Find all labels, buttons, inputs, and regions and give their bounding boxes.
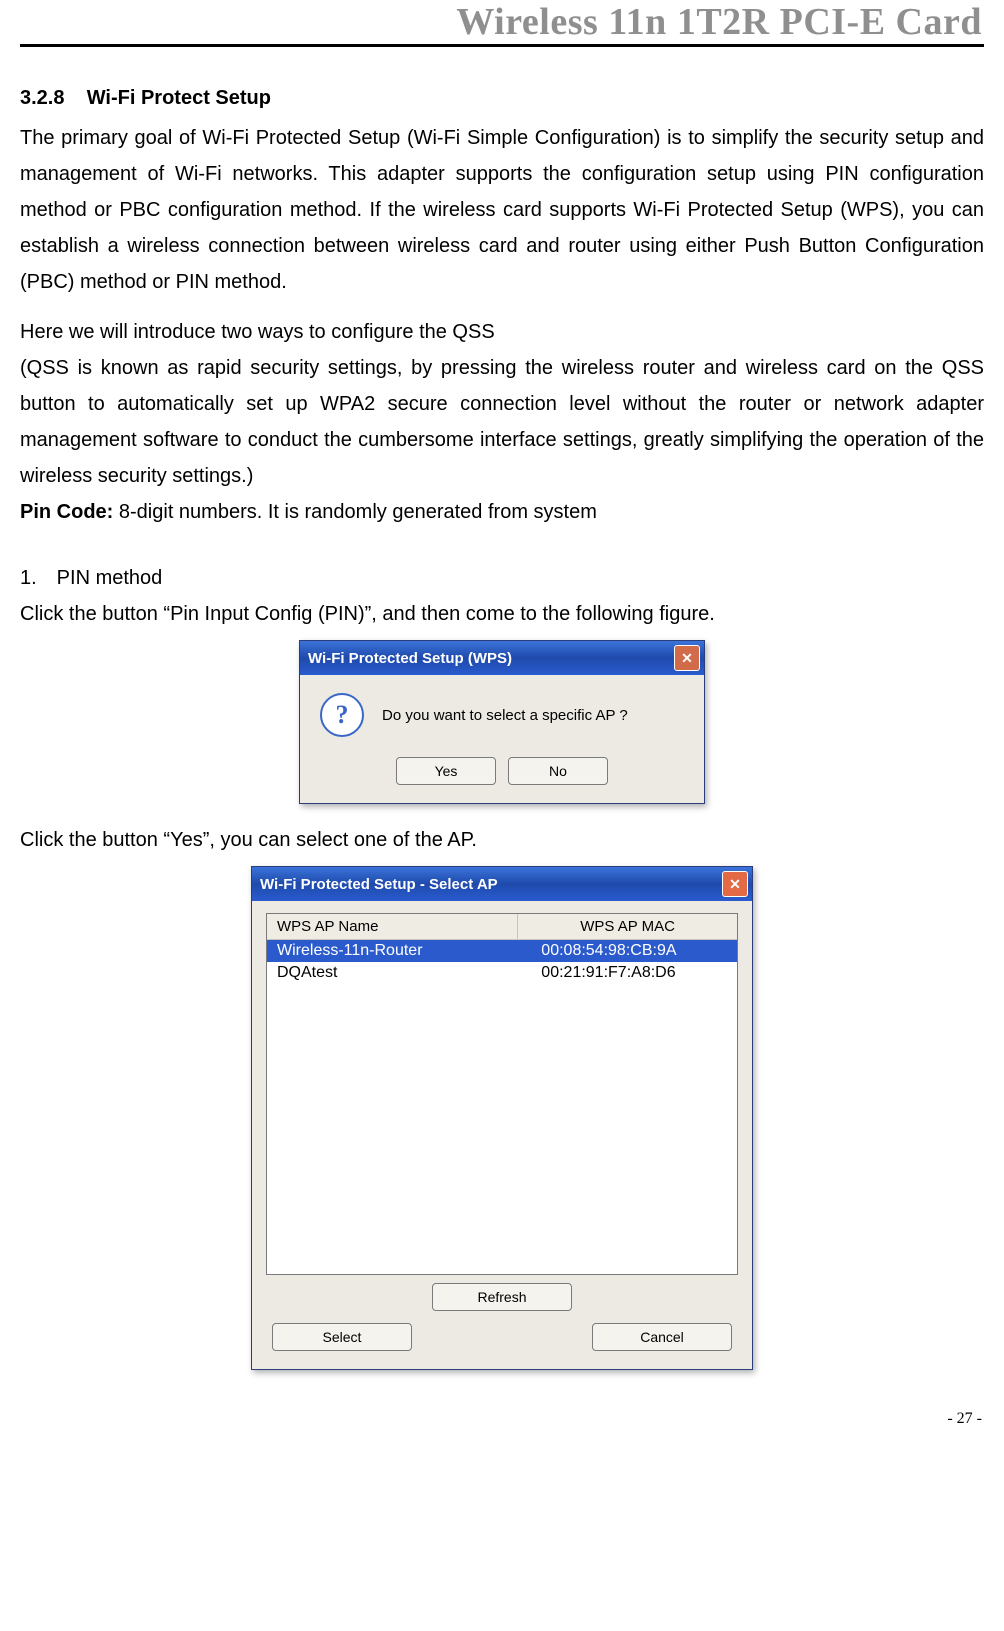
dialog-title: Wi-Fi Protected Setup - Select AP — [260, 876, 722, 893]
paragraph: Click the button “Yes”, you can select o… — [20, 822, 984, 858]
paragraph: Pin Code: 8-digit numbers. It is randoml… — [20, 494, 984, 530]
page-number: - 27 - — [20, 1410, 984, 1428]
table-row[interactable]: Wireless-11n-Router00:08:54:98:CB:9A — [267, 940, 737, 962]
close-icon[interactable]: ✕ — [674, 645, 700, 671]
wps-confirm-dialog: Wi-Fi Protected Setup (WPS) ✕ ? Do you w… — [299, 640, 705, 804]
col-header-mac[interactable]: WPS AP MAC — [518, 914, 737, 939]
close-icon[interactable]: ✕ — [722, 871, 748, 897]
select-button[interactable]: Select — [272, 1323, 412, 1351]
section-heading: 3.2.8 Wi-Fi Protect Setup — [20, 87, 984, 110]
doc-header: Wireless 11n 1T2R PCI-E Card — [20, 0, 984, 47]
list-item: 1. PIN method — [20, 560, 984, 596]
question-icon: ? — [320, 693, 364, 737]
dialog-message: Do you want to select a specific AP ? — [382, 707, 628, 724]
paragraph: The primary goal of Wi-Fi Protected Setu… — [20, 120, 984, 300]
yes-button[interactable]: Yes — [396, 757, 496, 785]
dialog-titlebar: Wi-Fi Protected Setup (WPS) ✕ — [300, 641, 704, 675]
paragraph: Click the button “Pin Input Config (PIN)… — [20, 596, 984, 632]
no-button[interactable]: No — [508, 757, 608, 785]
refresh-button[interactable]: Refresh — [432, 1283, 572, 1311]
cell-ap-mac: 00:21:91:F7:A8:D6 — [517, 962, 737, 984]
dialog-titlebar: Wi-Fi Protected Setup - Select AP ✕ — [252, 867, 752, 901]
table-row[interactable]: DQAtest00:21:91:F7:A8:D6 — [267, 962, 737, 984]
ap-listbox[interactable]: WPS AP Name WPS AP MAC Wireless-11n-Rout… — [266, 913, 738, 1275]
table-header: WPS AP Name WPS AP MAC — [267, 914, 737, 940]
pin-code-text: 8-digit numbers. It is randomly generate… — [113, 501, 597, 523]
section-number: 3.2.8 — [20, 87, 64, 109]
cell-ap-mac: 00:08:54:98:CB:9A — [517, 940, 737, 962]
col-header-name[interactable]: WPS AP Name — [267, 914, 518, 939]
cell-ap-name: DQAtest — [267, 962, 517, 984]
wps-select-ap-dialog: Wi-Fi Protected Setup - Select AP ✕ WPS … — [251, 866, 753, 1370]
pin-code-label: Pin Code: — [20, 501, 113, 523]
section-title: Wi-Fi Protect Setup — [87, 87, 271, 109]
cancel-button[interactable]: Cancel — [592, 1323, 732, 1351]
dialog-title: Wi-Fi Protected Setup (WPS) — [308, 650, 674, 667]
paragraph: Here we will introduce two ways to confi… — [20, 314, 984, 350]
paragraph: (QSS is known as rapid security settings… — [20, 350, 984, 494]
cell-ap-name: Wireless-11n-Router — [267, 940, 517, 962]
